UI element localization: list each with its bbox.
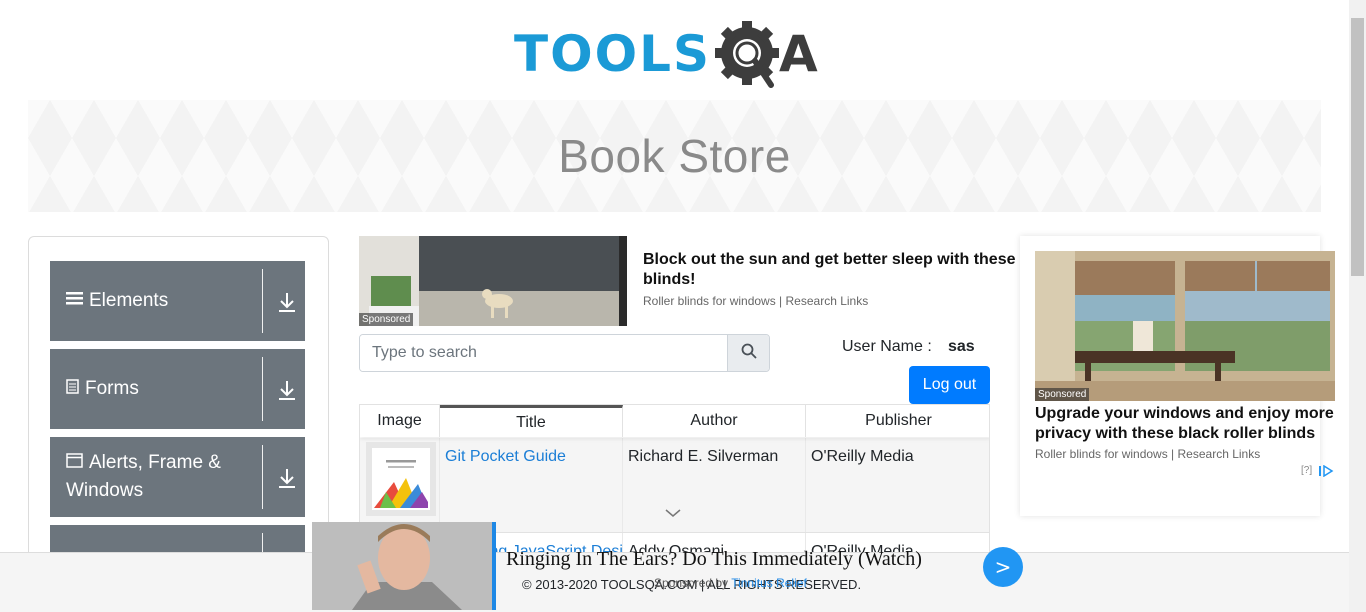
user-name-value: sas (948, 338, 975, 355)
ad-title[interactable]: Block out the sun and get better sleep w… (643, 250, 1023, 290)
menu-group-elements[interactable]: Elements (50, 261, 305, 341)
column-header-publisher[interactable]: Publisher (806, 405, 989, 437)
toolsqa-logo[interactable]: TOOLS A (514, 14, 844, 94)
ad-image[interactable]: Sponsored (359, 236, 627, 326)
left-menu-panel: Elements Forms Alerts, Frame & Windows (28, 236, 329, 566)
menu-group-label: Elements (89, 290, 169, 311)
menu-group-forms[interactable]: Forms (50, 349, 305, 429)
ad-source[interactable]: Roller blinds for windows | Research Lin… (643, 294, 868, 308)
menu-group-alerts[interactable]: Alerts, Frame & Windows (50, 437, 305, 517)
search-button[interactable] (727, 335, 769, 371)
logo-text: TOOLS (514, 25, 711, 83)
user-name-label: User Name : (842, 338, 932, 355)
window-icon (66, 449, 83, 477)
ad-source[interactable]: Roller blinds for windows | Research Lin… (1035, 447, 1260, 461)
vertical-scrollbar[interactable] (1349, 0, 1366, 612)
menu-group-label: Alerts, Frame & Windows (66, 452, 221, 501)
ad-title[interactable]: Upgrade your windows and enjoy more priv… (1035, 404, 1340, 444)
sponsored-badge: Sponsored (359, 313, 414, 326)
ad-title[interactable]: Ringing In The Ears? Do This Immediately… (506, 548, 922, 571)
table-header: Image Title Author Publisher (360, 405, 989, 437)
sponsored-badge: Sponsored (1035, 388, 1090, 401)
gear-magnifier-icon (713, 19, 783, 89)
divider (262, 357, 263, 421)
adchoices-icon[interactable] (1318, 464, 1334, 482)
search-input[interactable] (360, 335, 727, 371)
menu-group-label: Forms (85, 378, 139, 399)
table-cell-author: Richard E. Silverman (623, 438, 806, 532)
logout-button[interactable]: Log out (909, 366, 990, 404)
download-icon (278, 467, 296, 489)
table-cell-publisher: O'Reilly Media (811, 448, 914, 465)
sponsored-ad-right[interactable]: Sponsored Upgrade your windows and enjoy… (1020, 236, 1335, 516)
hamburger-icon (66, 287, 83, 315)
column-header-title[interactable]: Title (440, 405, 623, 437)
ad-arrow-button[interactable]: > (983, 547, 1023, 587)
divider (262, 269, 263, 333)
column-header-image[interactable]: Image (360, 405, 440, 437)
form-icon (66, 375, 79, 403)
ad-image[interactable] (312, 522, 494, 610)
ad-source-prefix: Sponsored by (654, 576, 729, 590)
ad-help-link[interactable]: [?] (1301, 465, 1312, 476)
sponsored-ad-bottom[interactable]: Ringing In The Ears? Do This Immediately… (312, 522, 1032, 612)
ad-source[interactable]: Sponsored by Tinnitus Relief (654, 576, 807, 590)
page-title: Book Store (558, 130, 791, 182)
ad-accent-bar (492, 522, 496, 610)
sponsored-ad-top[interactable]: Sponsored Block out the sun and get bett… (359, 236, 1019, 328)
download-icon (278, 291, 296, 313)
ad-image[interactable]: Sponsored (1035, 251, 1335, 401)
logo-suffix: A (779, 25, 818, 83)
divider (262, 445, 263, 509)
book-cover-image (366, 442, 436, 516)
search-icon (741, 343, 757, 364)
table-cell-title: Git Pocket Guide (440, 438, 623, 532)
book-title-link[interactable]: Git Pocket Guide (445, 448, 566, 465)
search-box (359, 334, 770, 372)
table-cell-image (360, 438, 440, 532)
ad-source-name: Tinnitus Relief (731, 576, 807, 590)
scrollbar-thumb[interactable] (1351, 18, 1364, 276)
column-header-author[interactable]: Author (623, 405, 806, 437)
page: TOOLS A Book Store Elements Forms Alerts… (0, 0, 1366, 612)
download-icon (278, 379, 296, 401)
page-banner: Book Store (28, 100, 1321, 212)
